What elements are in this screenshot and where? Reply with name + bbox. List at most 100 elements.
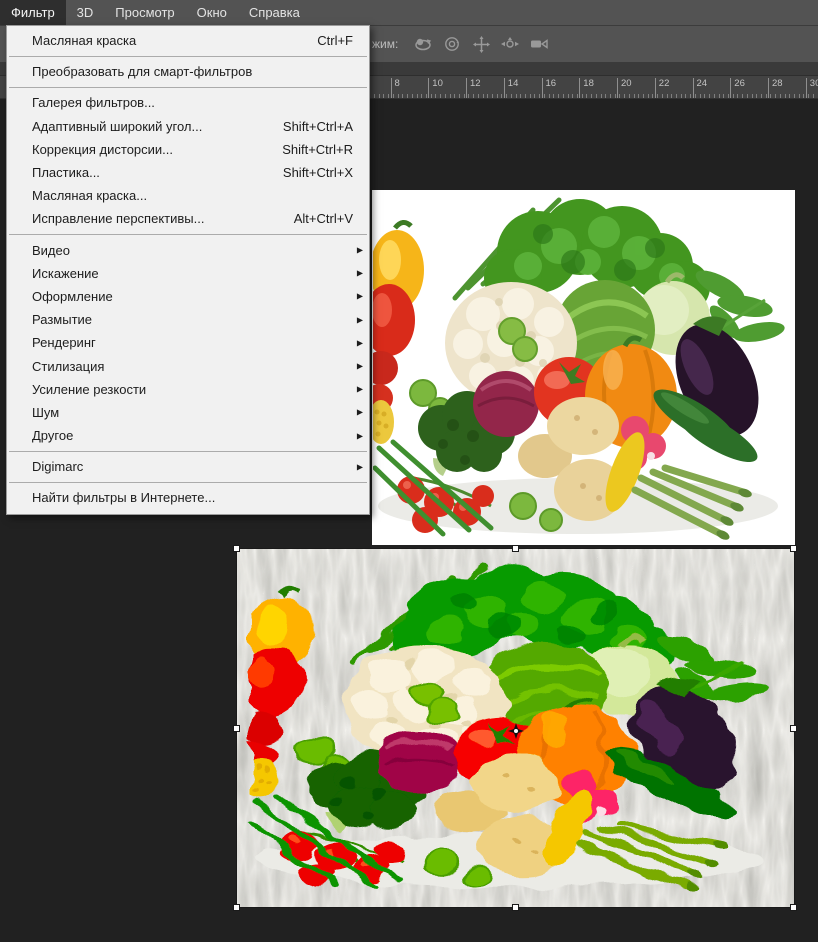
ruler-tick [450,94,451,98]
submenu-arrow-icon: ▶ [357,431,363,440]
ruler-tick [728,94,729,98]
menu-separator [9,482,367,483]
3d-zoom-camera-icon[interactable] [528,34,550,54]
ruler-major-tick [806,78,807,98]
menu-item[interactable]: Видео▶ [7,239,369,262]
ruler-tick [497,94,498,98]
menu-item-label: Искажение [32,266,353,281]
menu-item[interactable]: Размытие ▶ [7,308,369,331]
ruler-tick [412,94,413,98]
ruler-tick [676,94,677,98]
ruler-tick [785,94,786,98]
menu-item[interactable]: Галерея фильтров... [7,91,369,114]
transform-handle-bottom-center[interactable] [512,904,519,911]
ruler-tick [398,94,399,98]
menubar-item-Окно[interactable]: Окно [186,0,238,25]
menu-item-shortcut: Shift+Ctrl+X [283,165,353,180]
ruler-tick [634,94,635,98]
ruler-tick [709,94,710,98]
mode-label: жим: [372,37,398,51]
3d-slide-icon[interactable] [499,34,521,54]
transform-handle-middle-right[interactable] [790,725,797,732]
vegetables-oil-paint-filtered[interactable] [237,549,794,907]
ruler-tick [586,94,587,98]
menu-separator [9,56,367,57]
ruler-tick [393,94,394,98]
ruler-tick [624,94,625,98]
submenu-arrow-icon: ▶ [357,246,363,255]
menu-item-label: Пластика... [32,165,283,180]
ruler-tick [591,94,592,98]
ruler-tick [421,94,422,98]
3d-rotate-icon[interactable] [412,34,434,54]
menu-item[interactable]: Рендеринг▶ [7,331,369,354]
submenu-arrow-icon: ▶ [357,269,363,278]
vegetables-illustration [372,190,795,545]
ruler-tick [780,94,781,98]
ruler-tick [417,94,418,98]
ruler-number: 8 [395,78,400,89]
menu-item[interactable]: Коррекция дисторсии...Shift+Ctrl+R [7,138,369,161]
ruler-tick [478,94,479,98]
ruler-number: 26 [734,78,745,89]
ruler-tick [525,94,526,98]
menubar-item-3D[interactable]: 3D [66,0,105,25]
menu-item[interactable]: Масляная краска... [7,184,369,207]
ruler-tick [530,94,531,98]
menubar-item-Справка[interactable]: Справка [238,0,311,25]
menu-item[interactable]: Усиление резкости▶ [7,378,369,401]
submenu-arrow-icon: ▶ [357,408,363,417]
transform-reference-point-icon[interactable] [508,723,524,739]
ruler-number: 12 [470,78,481,89]
ruler-tick [379,94,380,98]
ruler-tick [468,94,469,98]
menu-item[interactable]: Преобразовать для смарт-фильтров [7,60,369,83]
menu-item-label: Масляная краска... [32,188,353,203]
transform-handle-bottom-left[interactable] [233,904,240,911]
3d-roll-icon[interactable] [441,34,463,54]
transform-handle-middle-left[interactable] [233,725,240,732]
menu-item[interactable]: Масляная краскаCtrl+F [7,29,369,52]
ruler-number: 20 [621,78,632,89]
menu-item[interactable]: Шум▶ [7,401,369,424]
menu-item[interactable]: Digimarc▶ [7,455,369,478]
menubar-item-Просмотр[interactable]: Просмотр [104,0,185,25]
menubar-item-Фильтр[interactable]: Фильтр [0,0,66,25]
menu-item-label: Исправление перспективы... [32,211,294,226]
menu-item[interactable]: Адаптивный широкий угол...Shift+Ctrl+A [7,115,369,138]
transform-handle-top-center[interactable] [512,545,519,552]
3d-pan-icon[interactable] [470,34,492,54]
menu-separator [9,87,367,88]
ruler-tick [539,94,540,98]
menu-item[interactable]: Исправление перспективы...Alt+Ctrl+V [7,207,369,230]
ruler-tick [747,94,748,98]
ruler-tick [459,94,460,98]
ruler-tick [808,94,809,98]
ruler-tick [520,94,521,98]
menu-item[interactable]: Оформление▶ [7,285,369,308]
menu-item[interactable]: Найти фильтры в Интернете... [7,486,369,509]
menu-item-shortcut: Shift+Ctrl+A [283,119,353,134]
ruler-major-tick [768,78,769,98]
ruler-tick [426,94,427,98]
ruler-tick [506,94,507,98]
menu-item-label: Размытие [32,312,353,327]
transform-handle-top-left[interactable] [233,545,240,552]
menu-item[interactable]: Пластика...Shift+Ctrl+X [7,161,369,184]
transform-handle-top-right[interactable] [790,545,797,552]
ruler-number: 14 [508,78,519,89]
ruler-tick [473,94,474,98]
menu-item[interactable]: Стилизация▶ [7,354,369,377]
ruler-tick [695,94,696,98]
submenu-arrow-icon: ▶ [357,315,363,324]
ruler-tick [723,94,724,98]
ruler-tick [402,94,403,98]
menu-item[interactable]: Другое▶ [7,424,369,447]
submenu-arrow-icon: ▶ [357,338,363,347]
ruler-tick [667,94,668,98]
menu-item-shortcut: Shift+Ctrl+R [282,142,353,157]
menu-item[interactable]: Искажение ▶ [7,262,369,285]
transform-handle-bottom-right[interactable] [790,904,797,911]
menu-item-label: Преобразовать для смарт-фильтров [32,64,353,79]
vegetables-photo-original[interactable] [372,190,795,545]
